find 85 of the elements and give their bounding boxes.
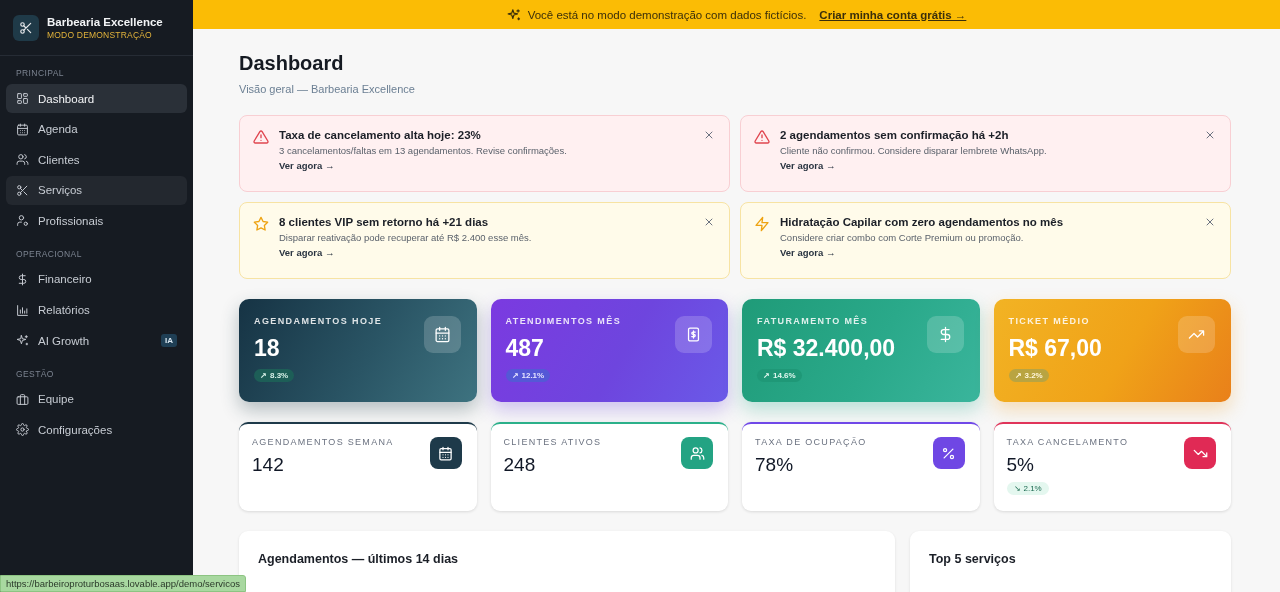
- trend-badge: ↘ 2.1%: [1006, 482, 1049, 495]
- nav-item[interactable]: Equipe: [6, 384, 187, 414]
- link-url-tooltip: https://barbeiroproturbosaas.lovable.app/demo/servicos: [0, 575, 246, 592]
- close-icon: [703, 129, 715, 141]
- calendar-icon: [438, 445, 453, 461]
- view-now-link[interactable]: Ver agora →: [780, 247, 836, 258]
- user-gear-icon: [16, 214, 29, 228]
- stat-value: 142: [252, 454, 284, 476]
- warning-icon: [253, 129, 269, 145]
- page-title: Dashboard: [239, 52, 345, 75]
- brand-name: Barbearia Excellence: [47, 16, 163, 28]
- section-title: GESTÃO: [15, 367, 55, 381]
- kpi-label: AGENDAMENTOS HOJE: [254, 316, 383, 326]
- briefcase-icon: [16, 392, 29, 406]
- trend-badge: ↗ 8.3%: [254, 369, 295, 382]
- view-now-link[interactable]: Ver agora →: [279, 247, 335, 258]
- close-icon: [703, 216, 715, 228]
- calendar-icon: [16, 122, 29, 136]
- stat-value: 248: [503, 454, 536, 476]
- dismiss-button[interactable]: [703, 129, 715, 141]
- dashboard-icon: [16, 92, 29, 105]
- kpi-value: R$ 67,00: [1008, 335, 1102, 362]
- stat-label: CLIENTES ATIVOS: [503, 437, 602, 447]
- nav-item[interactable]: Configurações: [6, 415, 187, 445]
- scissors-icon: [19, 21, 33, 35]
- kpi-value: 487: [505, 335, 544, 362]
- kpi-label: ATENDIMENTOS MÊS: [505, 316, 622, 326]
- users-icon: [689, 445, 705, 461]
- nav-item[interactable]: AI Growth IA: [6, 326, 187, 356]
- view-now-link[interactable]: Ver agora →: [780, 160, 836, 171]
- percent-icon: [941, 445, 956, 461]
- create-account-link[interactable]: Criar minha conta grátis →: [819, 8, 967, 21]
- stat-value: 78%: [755, 454, 794, 476]
- view-now-link[interactable]: Ver agora →: [279, 160, 335, 171]
- demo-mode-label: MODO DEMONSTRAÇÃO: [47, 30, 153, 40]
- alert-title: Taxa de cancelamento alta hoje: 23%: [279, 129, 482, 141]
- sparkles-icon: [506, 7, 521, 22]
- settings-icon: [16, 423, 29, 437]
- alert-description: Considere criar combo com Corte Premium ou promoção.: [780, 232, 1025, 243]
- dollar-icon: [16, 272, 29, 286]
- nav-item[interactable]: Financeiro: [6, 264, 187, 294]
- scissors-icon: [16, 183, 29, 197]
- close-icon: [1204, 129, 1216, 141]
- stat-label: TAXA CANCELAMENTO: [1006, 437, 1129, 447]
- alert-title: 8 clientes VIP sem retorno há +21 dias: [279, 216, 490, 228]
- lightning-icon: [754, 216, 770, 232]
- sparkles-icon: [16, 334, 29, 348]
- nav-item[interactable]: Agenda: [6, 114, 187, 144]
- kpi-label: TICKET MÉDIO: [1008, 316, 1090, 326]
- nav-item[interactable]: Clientes: [6, 145, 187, 175]
- bar-chart-icon: [16, 303, 29, 317]
- dismiss-button[interactable]: [703, 216, 715, 228]
- nav-item[interactable]: Profissionais: [6, 206, 187, 236]
- panel-title: Top 5 serviços: [929, 552, 1017, 566]
- nav-item[interactable]: Dashboard: [6, 84, 187, 113]
- trend-badge: ↗ 3.2%: [1008, 369, 1049, 382]
- stat-value: 5%: [1006, 454, 1034, 476]
- receipt-icon: [685, 326, 702, 343]
- trend-badge: ↗ 12.1%: [505, 369, 551, 382]
- alert-description: Cliente não confirmou. Considere disparar lembrete WhatsApp.: [780, 145, 1048, 156]
- alert-title: Hidratação Capilar com zero agendamentos no mês: [780, 216, 1065, 228]
- stat-label: AGENDAMENTOS SEMANA: [252, 437, 394, 447]
- warning-icon: [754, 129, 770, 145]
- panel-title: Agendamentos — últimos 14 dias: [258, 552, 460, 566]
- nav-item[interactable]: Relatórios: [6, 295, 187, 325]
- kpi-value: 18: [254, 335, 280, 362]
- close-icon: [1204, 216, 1216, 228]
- dismiss-button[interactable]: [1204, 129, 1216, 141]
- nav-item[interactable]: Serviços: [6, 175, 187, 205]
- star-icon: [253, 216, 269, 232]
- section-title: OPERACIONAL: [15, 247, 83, 261]
- kpi-value: R$ 32.400,00: [757, 335, 896, 362]
- alert-description: 3 cancelamentos/faltas em 13 agendamentos. Revise confirmações.: [279, 145, 568, 156]
- stat-label: TAXA DE OCUPAÇÃO: [755, 437, 867, 447]
- trend-badge: ↗ 14.6%: [757, 369, 802, 382]
- dismiss-button[interactable]: [1204, 216, 1216, 228]
- ai-badge: IA: [161, 334, 177, 348]
- demo-notice: Você está no modo demonstração com dados fictícios.: [527, 8, 807, 21]
- section-title: PRINCIPAL: [15, 67, 65, 80]
- kpi-label: FATURAMENTO MÊS: [757, 316, 869, 326]
- users-icon: [16, 153, 29, 167]
- page-subtitle: Visão geral — Barbearia Excellence: [239, 83, 416, 95]
- calendar-icon: [433, 326, 451, 343]
- alert-title: 2 agendamentos sem confirmação há +2h: [780, 129, 1010, 141]
- alert-description: Disparar reativação pode recuperar até R$ 2.400 esse mês.: [279, 232, 533, 243]
